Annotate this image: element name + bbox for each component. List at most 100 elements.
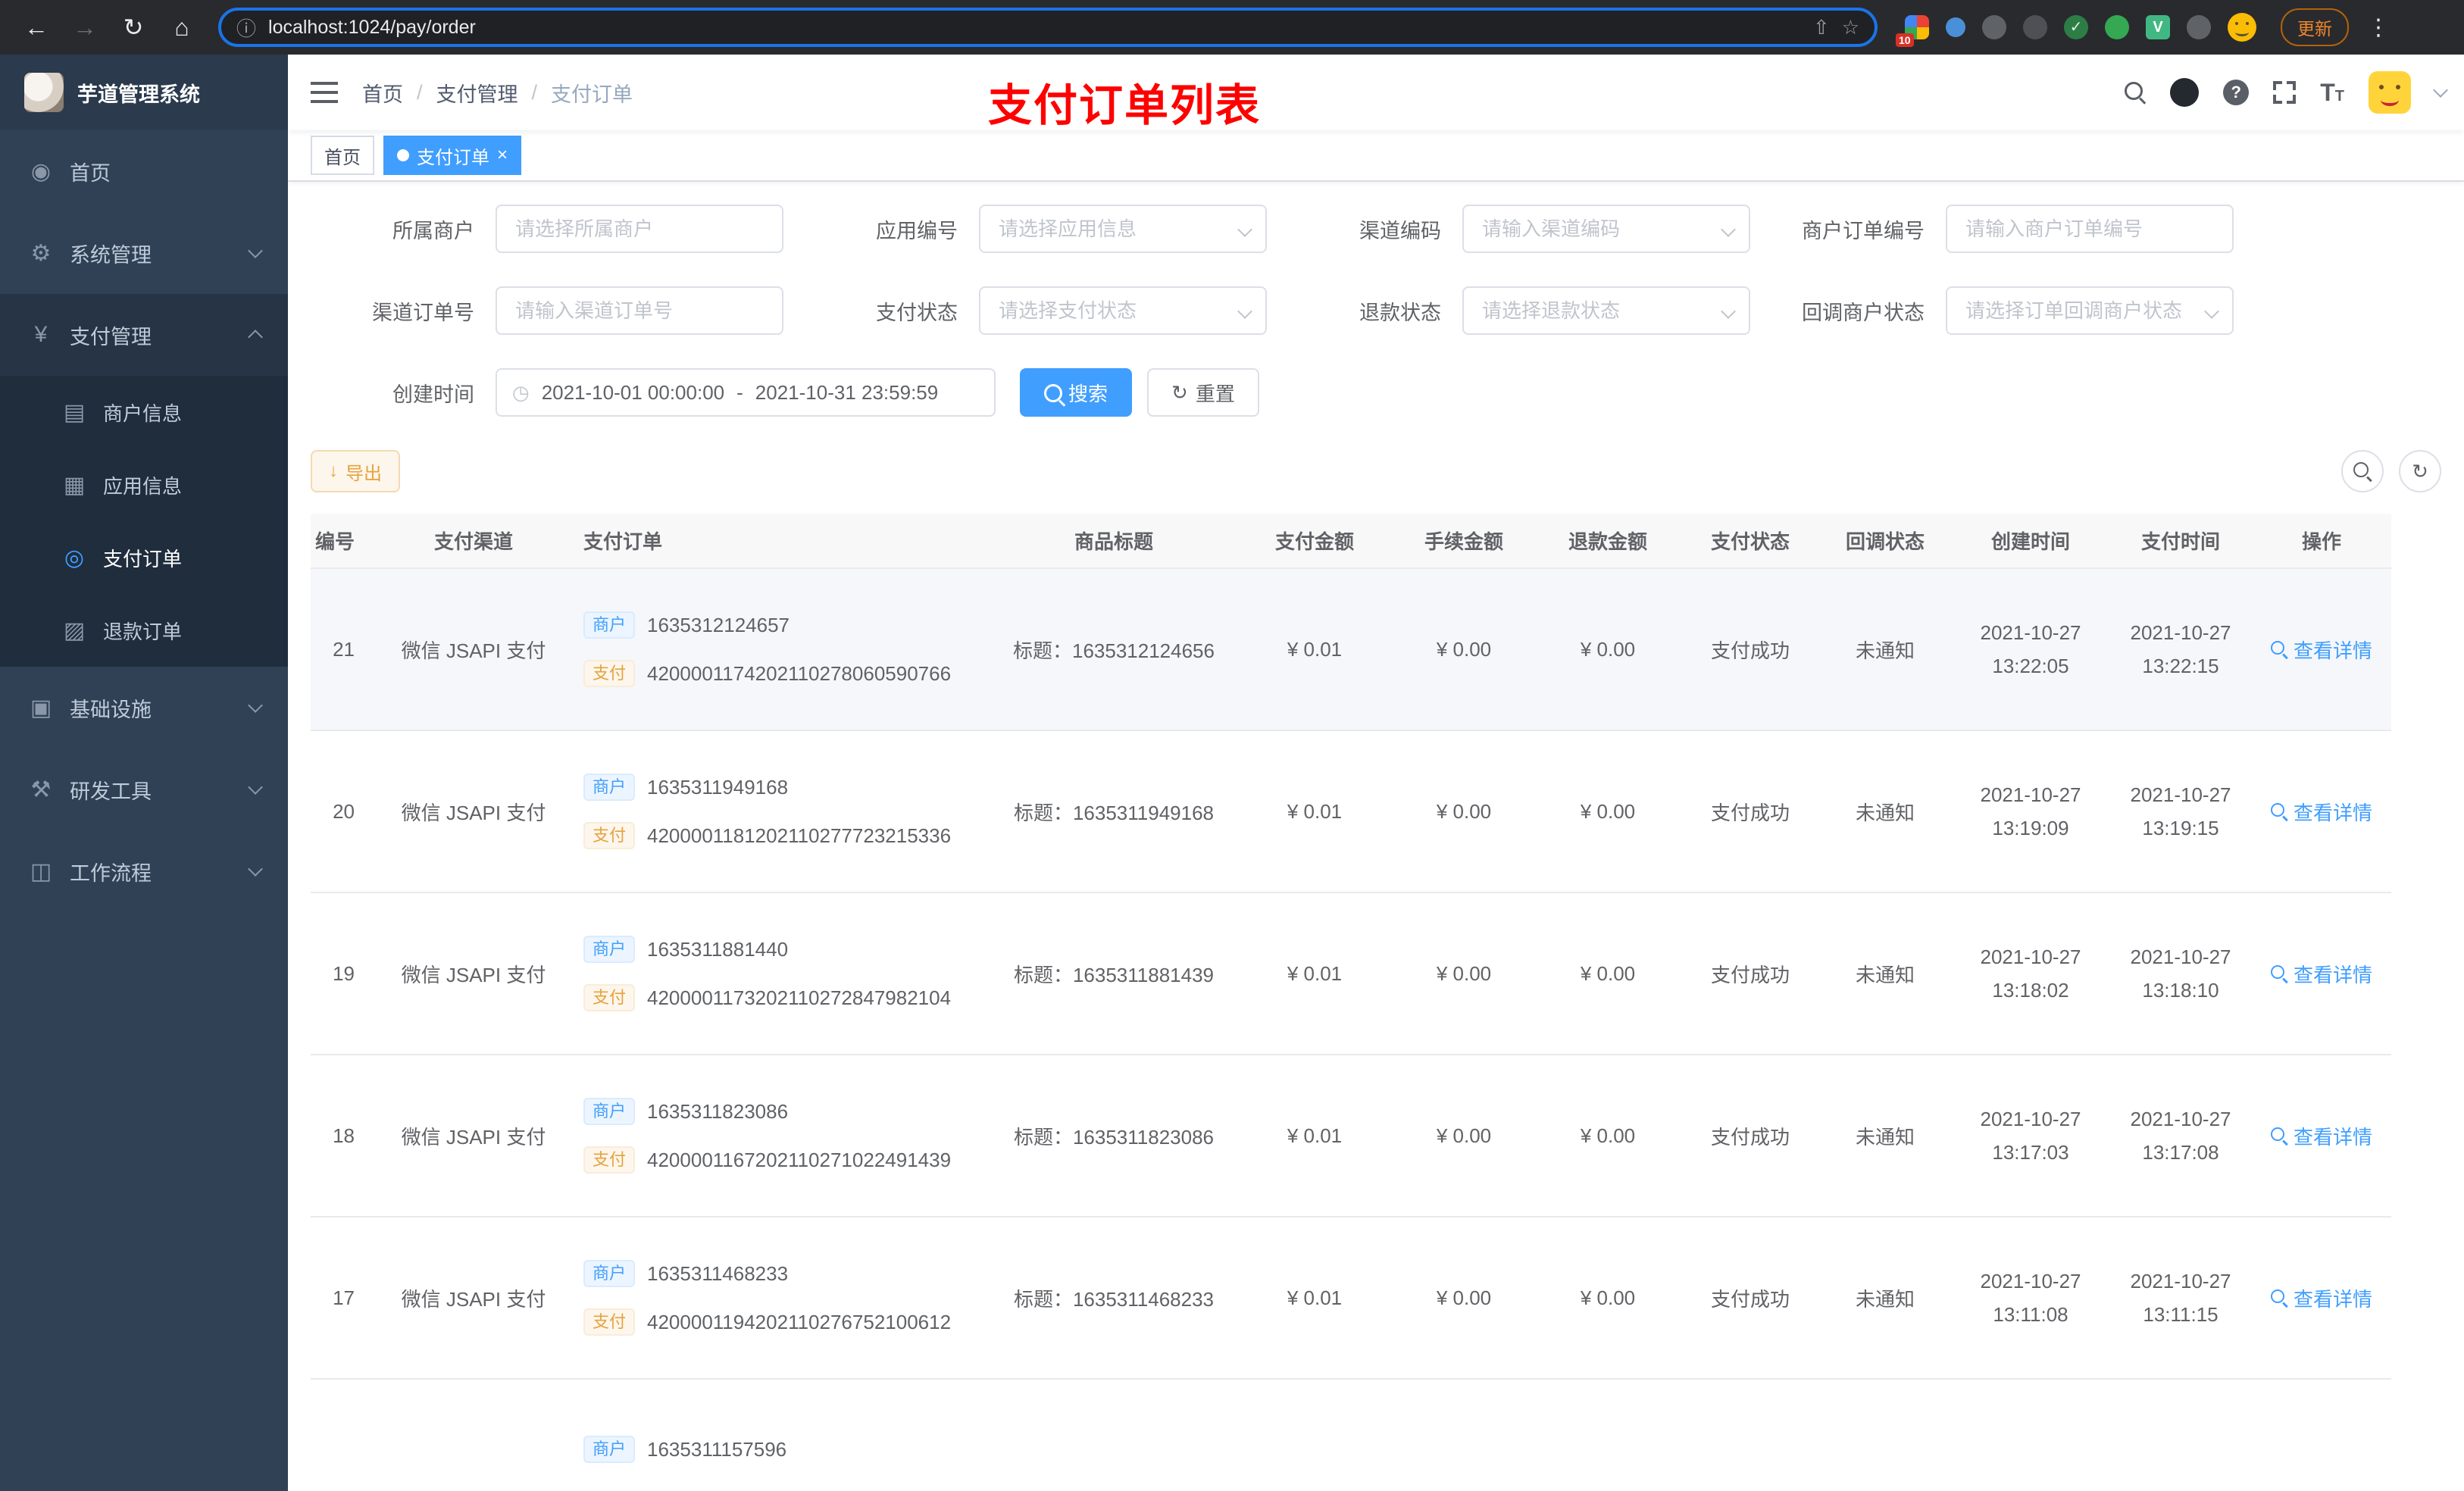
product-title: 标题：1635311949168 <box>993 730 1235 893</box>
extension-icon-3[interactable] <box>1982 15 2006 39</box>
sidebar-item-refund-order[interactable]: ▨ 退款订单 <box>0 594 288 667</box>
notify-status: 未通知 <box>1818 1055 1952 1217</box>
dashboard-icon: ◉ <box>30 158 52 184</box>
product-title <box>993 1379 1235 1491</box>
breadcrumb: 首页 / 支付管理 / 支付订单 <box>362 78 633 108</box>
pay-amount: ¥ 0.01 <box>1235 892 1394 1055</box>
extension-icon-4[interactable] <box>2023 15 2047 39</box>
table-row: 商户 1635311157596 <box>311 1379 2391 1491</box>
home-icon[interactable]: ⌂ <box>161 6 203 48</box>
pay-order-no: 4200001181202110277723215336 <box>647 824 952 847</box>
merchant-order-no: 1635311881440 <box>647 937 789 961</box>
pay-status: 支付成功 <box>1682 892 1818 1055</box>
fee-amount: ¥ 0.00 <box>1394 1217 1534 1380</box>
order-id: 17 <box>311 1217 379 1380</box>
refund-status-select[interactable] <box>1462 286 1750 335</box>
pay-channel: 微信 JSAPI 支付 <box>379 1055 568 1217</box>
site-info-icon[interactable]: ⓘ <box>236 14 256 42</box>
refresh-table-button[interactable]: ↻ <box>2399 450 2441 492</box>
create-time-range-picker[interactable]: ◷ 2021-10-01 00:00:00 - 2021-10-31 23:59… <box>496 368 996 417</box>
merchant-order-no: 1635311823086 <box>647 1099 789 1123</box>
sidebar-item-system[interactable]: ⚙ 系统管理 <box>0 212 288 294</box>
check-extension-icon[interactable]: ✓ <box>2064 15 2088 39</box>
created-time <box>1952 1379 2109 1491</box>
search-icon[interactable] <box>2125 82 2146 103</box>
sidebar-item-home[interactable]: ◉ 首页 <box>0 130 288 212</box>
pay-amount: ¥ 0.01 <box>1235 568 1394 731</box>
product-title: 标题：1635311823086 <box>993 1055 1235 1217</box>
breadcrumb-home[interactable]: 首页 <box>362 78 403 108</box>
sidebar-item-pay-order[interactable]: ◎ 支付订单 <box>0 521 288 594</box>
view-detail-link[interactable]: 查看详情 <box>2270 960 2372 988</box>
view-detail-link[interactable]: 查看详情 <box>2270 636 2372 664</box>
table-row: 17 微信 JSAPI 支付 商户 1635311468233 支付 42000… <box>311 1217 2391 1380</box>
col-header-amount: 支付金额 <box>1235 514 1394 569</box>
close-icon[interactable]: × <box>497 146 508 164</box>
breadcrumb-payment[interactable]: 支付管理 <box>436 78 518 108</box>
share-icon[interactable]: ⇧ <box>1813 16 1830 39</box>
app-select[interactable] <box>979 205 1267 253</box>
refund-amount: ¥ 0.00 <box>1534 892 1682 1055</box>
view-detail-link[interactable]: 查看详情 <box>2270 1284 2372 1312</box>
sidebar: 芋道管理系统 ◉ 首页 ⚙ 系统管理 ¥ 支付管理 ▤ 商户信息 ▦ 应用信息 <box>0 55 288 1491</box>
pay-channel: 微信 JSAPI 支付 <box>379 1217 568 1380</box>
sidebar-item-infra[interactable]: ▣ 基础设施 <box>0 667 288 749</box>
channel-code-select[interactable] <box>1462 205 1750 253</box>
sidebar-item-devtools[interactable]: ⚒ 研发工具 <box>0 749 288 830</box>
browser-toolbar: ← → ↻ ⌂ ⓘ localhost:1024/pay/order ⇧ ☆ 1… <box>0 0 2464 55</box>
yen-icon: ¥ <box>34 322 48 347</box>
user-avatar[interactable] <box>2369 71 2411 114</box>
reset-button[interactable]: ↻ 重置 <box>1147 368 1259 417</box>
tools-icon: ⚒ <box>30 777 52 802</box>
address-bar[interactable]: ⓘ localhost:1024/pay/order ⇧ ☆ <box>218 8 1878 47</box>
browser-menu-icon[interactable]: ⋮ <box>2367 14 2390 41</box>
pay-order-no: 4200001194202110276752100612 <box>647 1310 952 1333</box>
font-size-icon[interactable] <box>2320 79 2344 107</box>
chevron-down-icon[interactable] <box>2433 83 2448 98</box>
merchant-select[interactable] <box>496 205 783 253</box>
extension-icon-5[interactable] <box>2105 15 2129 39</box>
browser-profile-avatar[interactable] <box>2228 13 2256 42</box>
vue-devtools-icon[interactable]: V <box>2146 15 2170 39</box>
reload-icon[interactable]: ↻ <box>112 6 155 48</box>
sidebar-item-app-info[interactable]: ▦ 应用信息 <box>0 449 288 521</box>
extension-icon-2[interactable] <box>1946 17 1965 37</box>
toggle-search-button[interactable] <box>2341 450 2384 492</box>
forward-icon[interactable]: → <box>64 6 106 48</box>
tab-pay-order[interactable]: 支付订单 × <box>383 136 522 175</box>
fullscreen-icon[interactable] <box>2273 81 2297 104</box>
tab-home[interactable]: 首页 <box>311 136 374 175</box>
github-icon[interactable] <box>2170 78 2200 107</box>
extension-icon-1[interactable]: 10 <box>1896 15 1929 47</box>
notify-status-select[interactable] <box>1946 286 2234 335</box>
bookmark-star-icon[interactable]: ☆ <box>1842 16 1859 39</box>
app-logo: 芋道管理系统 <box>0 55 288 130</box>
view-detail-link[interactable]: 查看详情 <box>2270 798 2372 826</box>
filter-label-notify-status: 回调商户状态 <box>1802 301 1925 324</box>
search-button[interactable]: 搜索 <box>1020 368 1133 417</box>
sidebar-item-workflow[interactable]: ◫ 工作流程 <box>0 830 288 912</box>
channel-order-no-input[interactable] <box>496 286 783 335</box>
export-button[interactable]: ↓ 导出 <box>311 450 400 492</box>
view-icon <box>2270 803 2287 820</box>
col-header-id: 编号 <box>311 514 379 569</box>
col-header-order: 支付订单 <box>568 514 993 569</box>
chrome-update-button[interactable]: 更新 <box>2281 8 2349 46</box>
extension-icon-6[interactable] <box>2187 15 2211 39</box>
merchant-order-no-input[interactable] <box>1946 205 2234 253</box>
sidebar-item-merchant-info[interactable]: ▤ 商户信息 <box>0 376 288 449</box>
back-icon[interactable]: ← <box>15 6 58 48</box>
product-title: 标题：1635312124656 <box>993 568 1235 731</box>
help-icon[interactable] <box>2223 80 2250 105</box>
sidebar-item-payment[interactable]: ¥ 支付管理 <box>0 294 288 376</box>
grid-icon: ▦ <box>63 472 86 498</box>
document-icon: ▨ <box>63 617 86 643</box>
monitor-icon: ▣ <box>30 695 52 720</box>
pay-status-select[interactable] <box>979 286 1267 335</box>
filter-label-create-time: 创建时间 <box>392 383 474 406</box>
hamburger-icon[interactable] <box>311 82 338 103</box>
url-text[interactable]: localhost:1024/pay/order <box>268 17 1801 39</box>
col-header-created: 创建时间 <box>1952 514 2109 569</box>
col-header-channel: 支付渠道 <box>379 514 568 569</box>
view-detail-link[interactable]: 查看详情 <box>2270 1122 2372 1150</box>
